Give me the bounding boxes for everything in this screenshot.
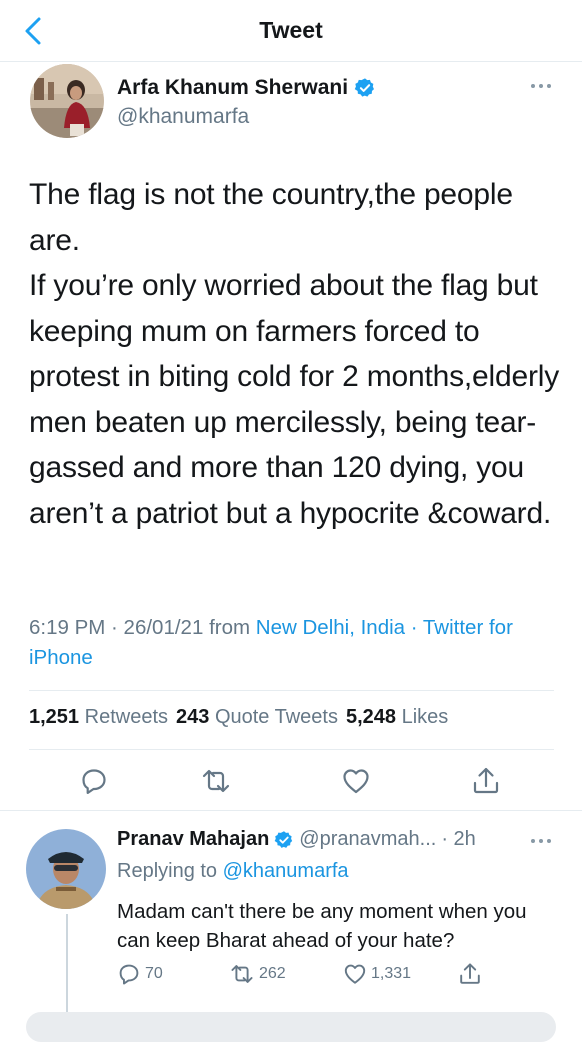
retweets-count: 1,251	[29, 706, 80, 728]
compose-reply-bar[interactable]	[26, 1012, 556, 1042]
divider	[29, 749, 554, 750]
reply-share-button[interactable]	[458, 962, 482, 986]
from-label: from	[209, 616, 251, 639]
thread-line	[66, 914, 68, 1024]
retweets-stat[interactable]: 1,251 Retweets	[29, 706, 168, 728]
divider	[29, 690, 554, 691]
meta-separator: ·	[410, 616, 418, 639]
reply-text: Madam can't there be any moment when you…	[117, 900, 533, 952]
location-link[interactable]: New Delhi, India	[256, 616, 405, 639]
likes-count: 5,248	[345, 706, 397, 728]
reply-like-button[interactable]: 1,331	[343, 962, 411, 986]
replying-to: Replying to @khanumarfa	[117, 860, 349, 883]
like-icon[interactable]	[341, 766, 371, 796]
retweet-icon	[231, 965, 253, 983]
share-icon[interactable]	[471, 766, 501, 796]
reply-time: · 2h	[441, 828, 476, 850]
quotes-stat[interactable]: 243 Quote Tweets	[176, 706, 338, 728]
reply-reply-button[interactable]: 70	[117, 962, 163, 986]
quotes-count: 243	[176, 706, 210, 728]
replying-to-label: Replying to	[117, 860, 218, 882]
tweet-stats: 1,251 Retweets 243 Quote Tweets 5,248 Like…	[29, 706, 448, 729]
reply-avatar[interactable]	[26, 829, 106, 909]
likes-stat[interactable]: 5,248 Likes	[346, 706, 448, 728]
divider	[0, 810, 582, 811]
page-title: Tweet	[259, 17, 323, 43]
reply-author-name[interactable]: Pranav Mahajan	[117, 828, 269, 851]
reply-icon[interactable]	[79, 766, 109, 796]
reply-header: Pranav Mahajan @pranavmah... · 2h	[117, 828, 476, 851]
top-bar: Tweet	[0, 0, 582, 62]
tweet-timestamp: 6:19 PM · 26/01/21	[29, 616, 204, 639]
reply-retweet-button[interactable]: 262	[229, 962, 286, 986]
share-icon	[460, 963, 480, 984]
quotes-label: Quote Tweets	[214, 706, 338, 728]
likes-label: Likes	[401, 706, 449, 728]
reply-author-handle[interactable]: @pranavmah...	[299, 828, 436, 851]
tweet-text: The flag is not the country,the people a…	[29, 178, 560, 530]
avatar[interactable]	[30, 64, 104, 138]
reply-icon	[119, 964, 139, 985]
more-options-icon[interactable]	[529, 78, 553, 94]
like-icon	[344, 964, 366, 984]
retweets-label: Retweets	[84, 706, 168, 728]
reply-count: 70	[145, 965, 163, 982]
verified-badge-icon	[274, 830, 293, 848]
author-handle[interactable]: @khanumarfa	[117, 105, 249, 129]
author-name: Arfa Khanum Sherwani	[117, 76, 349, 99]
replying-to-handle[interactable]: @khanumarfa	[223, 860, 349, 882]
like-count: 1,331	[371, 965, 412, 982]
tweet-meta: 6:19 PM · 26/01/21 from New Delhi, India…	[29, 613, 549, 673]
verified-badge-icon	[354, 78, 375, 97]
more-options-icon[interactable]	[529, 833, 553, 849]
retweet-icon[interactable]	[201, 766, 231, 796]
author-name-row[interactable]: Arfa Khanum Sherwani	[117, 76, 376, 100]
retweet-count: 262	[259, 965, 286, 982]
